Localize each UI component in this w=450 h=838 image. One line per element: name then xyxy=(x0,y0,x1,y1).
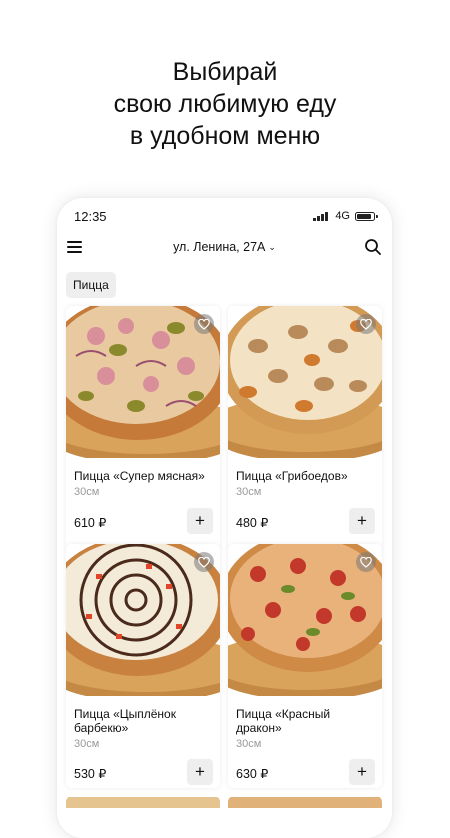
product-size: 30см xyxy=(74,486,100,498)
tab-pizza[interactable]: Пицца xyxy=(66,272,116,298)
status-bar: 12:35 4G xyxy=(57,198,392,234)
product-size: 30см xyxy=(236,738,262,750)
search-icon[interactable] xyxy=(364,238,382,256)
chevron-down-icon: ⌄ xyxy=(268,242,276,252)
add-to-cart-button[interactable]: + xyxy=(349,508,375,534)
product-name: Пицца «Грибоедов» xyxy=(236,469,348,483)
product-card-peek xyxy=(228,796,382,808)
heart-icon[interactable] xyxy=(356,552,376,572)
product-price: 610 ₽ xyxy=(74,516,107,530)
product-size: 30см xyxy=(74,738,100,750)
product-size: 30см xyxy=(236,486,262,498)
heart-icon[interactable] xyxy=(194,314,214,334)
product-name: Пицца «Цыплёнок барбекю» xyxy=(74,707,176,735)
promo-line-3: в удобном меню xyxy=(129,122,321,150)
address-selector[interactable]: ул. Ленина, 27А ⌄ xyxy=(57,240,392,254)
add-to-cart-button[interactable]: + xyxy=(187,759,213,785)
product-card[interactable]: Пицца «Супер мясная» 30см 610 ₽ + xyxy=(66,306,220,550)
add-to-cart-button[interactable]: + xyxy=(349,759,375,785)
product-price: 480 ₽ xyxy=(236,516,269,530)
product-name: Пицца «Супер мясная» xyxy=(74,469,205,483)
app-header: ул. Ленина, 27А ⌄ xyxy=(57,234,392,262)
phone-mockup: 12:35 4G ул. Ленина, 27А ⌄ Пицца Пицца «… xyxy=(57,198,392,838)
heart-icon[interactable] xyxy=(356,314,376,334)
promo-headline: Выбирай свою любимую еду в удобном меню xyxy=(0,56,450,152)
status-time: 12:35 xyxy=(74,209,107,224)
battery-icon xyxy=(355,212,378,221)
promo-line-2: свою любимую еду xyxy=(113,90,337,118)
address-text: ул. Ленина, 27А xyxy=(173,240,266,254)
heart-icon[interactable] xyxy=(194,552,214,572)
product-card[interactable]: Пицца «Грибоедов» 30см 480 ₽ + xyxy=(228,306,382,550)
product-card[interactable]: Пицца «Цыплёнок барбекю» 30см 530 ₽ + xyxy=(66,544,220,788)
signal-icon xyxy=(313,211,329,221)
promo-line-1: Выбирай xyxy=(172,58,278,86)
product-price: 630 ₽ xyxy=(236,767,269,781)
network-label: 4G xyxy=(335,210,350,222)
category-tabs: Пицца xyxy=(66,272,116,298)
product-price: 530 ₽ xyxy=(74,767,107,781)
add-to-cart-button[interactable]: + xyxy=(187,508,213,534)
product-name: Пицца «Красный дракон» xyxy=(236,707,331,735)
product-card[interactable]: Пицца «Красный дракон» 30см 630 ₽ + xyxy=(228,544,382,788)
product-card-peek xyxy=(66,796,220,808)
